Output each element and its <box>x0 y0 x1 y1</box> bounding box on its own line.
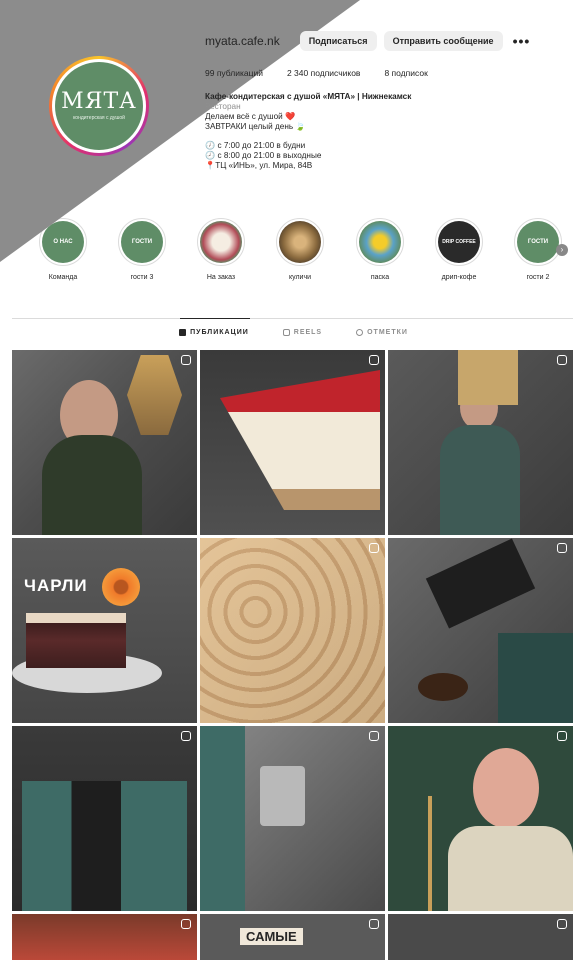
reel-icon <box>369 355 379 365</box>
bio-category: Ресторан <box>205 102 241 111</box>
highlight-item[interactable]: паска <box>350 218 410 281</box>
post-thumbnail[interactable] <box>388 726 573 911</box>
bio-line: ЗАВТРАКИ целый день 🍃 <box>205 122 306 131</box>
tab-label: ПУБЛИКАЦИИ <box>190 329 249 336</box>
post-decor <box>102 568 140 606</box>
profile-header: myata.cafe.nk Подписаться Отправить сооб… <box>205 30 530 52</box>
highlight-cover <box>200 221 242 263</box>
bio-hours-weekend: 🕗 с 8:00 до 21:00 в выходные <box>205 151 322 160</box>
highlight-cover: ГОСТИ <box>121 221 163 263</box>
grid-icon <box>179 329 187 336</box>
tab-reels[interactable]: REELS <box>282 329 323 336</box>
logo-subtitle: кондитерская с душой <box>73 115 125 121</box>
username: myata.cafe.nk <box>205 34 280 48</box>
reel-icon <box>369 543 379 553</box>
post-thumbnail[interactable] <box>12 350 197 535</box>
highlight-label: гости 2 <box>526 274 550 281</box>
logo-text: МЯТА <box>61 89 137 114</box>
bio-name: Кафе-кондитерская с душой «МЯТА» | Нижне… <box>205 92 412 101</box>
chevron-right-icon[interactable]: › <box>556 244 568 256</box>
post-thumbnail[interactable] <box>388 914 573 960</box>
posts-count: 99 публикаций <box>205 68 263 78</box>
highlight-cover <box>279 221 321 263</box>
bio-line: Делаем всё с душой ❤️ <box>205 112 296 121</box>
reel-icon <box>181 919 191 929</box>
post-figure <box>440 425 520 535</box>
post-dessert <box>220 370 380 510</box>
highlight-label: паска <box>370 274 390 281</box>
profile-tabs: ПУБЛИКАЦИИ REELS ОТМЕТКИ <box>0 329 587 336</box>
story-highlights: О НАС Команда ГОСТИ гости 3 На заказ кул… <box>0 218 587 288</box>
post-thumbnail[interactable] <box>12 726 197 911</box>
bio-hours-weekday: 🕖 с 7:00 до 21:00 в будни <box>205 141 306 150</box>
highlight-item[interactable]: куличи <box>270 218 330 281</box>
post-decor <box>127 355 182 435</box>
reel-icon <box>369 919 379 929</box>
post-figure <box>448 826 573 911</box>
post-thumbnail[interactable] <box>388 538 573 723</box>
highlight-label: На заказ <box>206 274 236 281</box>
tab-label: REELS <box>293 329 323 336</box>
post-decor <box>418 673 468 701</box>
reel-icon <box>557 919 567 929</box>
profile-bio: Кафе-кондитерская с душой «МЯТА» | Нижне… <box>205 92 465 171</box>
tab-posts[interactable]: ПУБЛИКАЦИИ <box>179 329 249 336</box>
highlight-item[interactable]: На заказ <box>191 218 251 281</box>
post-thumbnail[interactable] <box>200 538 385 723</box>
post-figures <box>22 781 187 911</box>
message-button[interactable]: Отправить сообщение <box>383 31 503 51</box>
post-dessert <box>200 538 385 723</box>
post-figure <box>42 435 142 535</box>
reel-icon <box>557 355 567 365</box>
profile-avatar[interactable]: МЯТА кондитерская с душой <box>49 56 149 156</box>
tab-label: ОТМЕТКИ <box>367 329 408 336</box>
reel-icon <box>369 731 379 741</box>
highlight-cover: DRIP COFFEE <box>438 221 480 263</box>
post-decor <box>200 726 245 911</box>
highlight-label: гости 3 <box>130 274 154 281</box>
post-decor <box>498 633 573 723</box>
post-dessert <box>26 613 126 668</box>
post-caption: САМЫЕ <box>240 928 303 945</box>
highlight-label: дрип-кофе <box>441 274 477 281</box>
highlight-item[interactable]: DRIP COFFEE дрип-кофе <box>429 218 489 281</box>
reel-icon <box>557 731 567 741</box>
bio-address: 📍ТЦ «ИНЬ», ул. Мира, 84В <box>205 161 313 170</box>
post-figure <box>473 748 539 828</box>
divider <box>12 318 573 319</box>
post-decor <box>458 350 518 405</box>
active-tab-indicator <box>180 318 250 319</box>
highlight-label: куличи <box>288 274 312 281</box>
tab-tagged[interactable]: ОТМЕТКИ <box>356 329 408 336</box>
highlight-cover: О НАС <box>42 221 84 263</box>
post-decor <box>428 796 432 911</box>
highlight-item[interactable]: ГОСТИ гости 3 <box>112 218 172 281</box>
highlight-label: Команда <box>48 274 78 281</box>
reel-icon <box>557 543 567 553</box>
reel-icon <box>181 355 191 365</box>
subscribe-button[interactable]: Подписаться <box>299 31 377 51</box>
profile-stats: 99 публикаций 2 340 подписчиков 8 подпис… <box>205 68 452 78</box>
post-pitcher <box>260 766 305 826</box>
reels-icon <box>282 329 290 336</box>
tag-icon <box>356 329 364 336</box>
post-thumbnail[interactable] <box>12 914 197 960</box>
post-thumbnail[interactable]: ЧАРЛИ <box>12 538 197 723</box>
post-thumbnail[interactable] <box>200 726 385 911</box>
post-thumbnail[interactable]: САМЫЕ <box>200 914 385 960</box>
followers-count[interactable]: 2 340 подписчиков <box>287 68 360 78</box>
following-count[interactable]: 8 подписок <box>384 68 427 78</box>
post-thumbnail[interactable] <box>388 350 573 535</box>
highlight-cover: ГОСТИ <box>517 221 559 263</box>
post-thumbnail[interactable] <box>200 350 385 535</box>
more-options-icon[interactable]: ••• <box>513 33 531 49</box>
highlight-cover <box>359 221 401 263</box>
reel-icon <box>181 731 191 741</box>
post-caption: ЧАРЛИ <box>24 576 88 595</box>
post-coffee-bag <box>425 538 536 629</box>
